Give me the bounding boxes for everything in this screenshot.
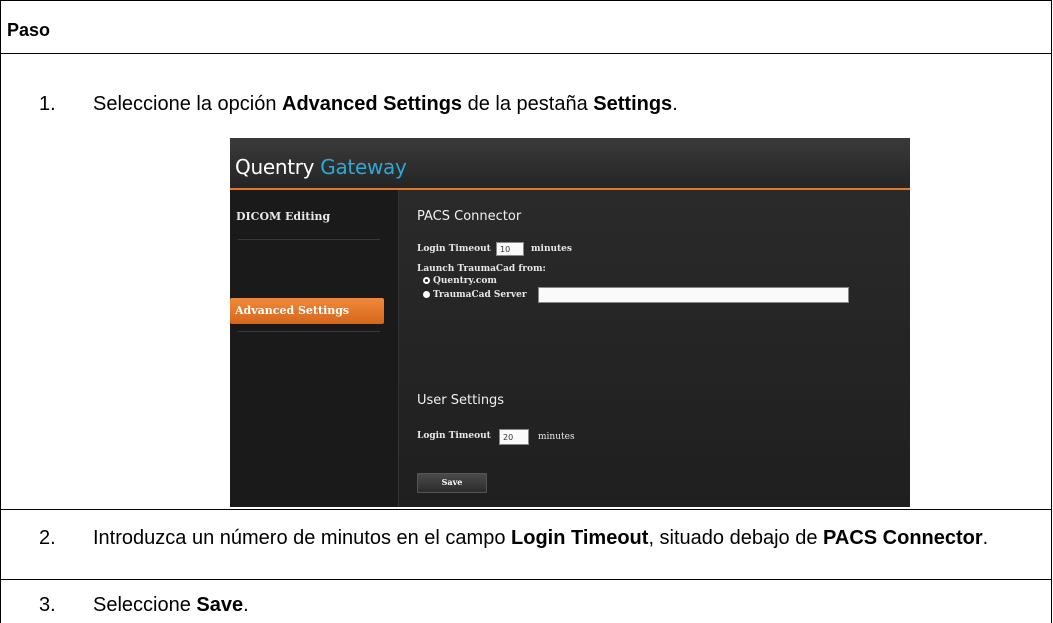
user-minutes-label: minutes — [538, 432, 575, 442]
app-title: Quentry Gateway — [235, 155, 407, 179]
step-text-bold: Advanced Settings — [282, 93, 463, 115]
step-text: Seleccione Save. — [93, 593, 1037, 617]
step-row-3: 3. Seleccione Save. — [1, 580, 1051, 623]
section-title-pacs-connector: PACS Connector — [417, 209, 522, 224]
sidebar-item-dicom-editing[interactable]: DICOM Editing — [236, 210, 396, 223]
sidebar-divider — [238, 239, 380, 240]
radio-traumacad-server[interactable] — [423, 291, 430, 298]
radio-quentry-selected[interactable] — [423, 277, 430, 284]
launch-traumacad-label: Launch TraumaCad from: — [417, 264, 546, 274]
login-timeout-label: Login Timeout — [417, 244, 491, 254]
app-title-main: Quentry — [235, 155, 321, 179]
step-number: 1. — [39, 93, 56, 115]
step-text-part: . — [982, 527, 989, 549]
step-text: Introduzca un número de minutos en el ca… — [93, 524, 1037, 553]
step-row-2: 2. Introduzca un número de minutos en el… — [1, 510, 1051, 580]
step-text-bold: Save — [196, 594, 244, 616]
sidebar-item-advanced-settings[interactable]: Advanced Settings — [230, 298, 384, 324]
step-text-part: Seleccione la opción — [93, 93, 283, 115]
section-title-user-settings: User Settings — [417, 393, 505, 408]
app-header: Quentry Gateway — [230, 138, 910, 190]
sidebar: DICOM Editing Advanced Settings — [230, 190, 399, 507]
step-number: 2. — [39, 527, 56, 549]
step-text-bold: PACS Connector — [823, 527, 983, 549]
settings-panel: PACS Connector Login Timeout 10 minutes … — [399, 190, 910, 507]
step-text-part: , situado debajo de — [648, 527, 824, 549]
pacs-login-timeout-input[interactable]: 10 — [496, 242, 524, 256]
table-header-label: Paso — [7, 20, 51, 40]
step-text-bold: Login Timeout — [511, 527, 649, 549]
step-text-part: Introduzca un número de minutos en el ca… — [93, 527, 512, 549]
step-text-bold: Settings — [593, 93, 673, 115]
traumacad-server-input[interactable] — [538, 287, 849, 303]
sidebar-divider — [238, 331, 380, 332]
step-text-part: de la pestaña — [462, 93, 594, 115]
save-button[interactable]: Save — [417, 473, 487, 493]
quentry-gateway-screenshot: Quentry Gateway DICOM Editing Advanced S… — [230, 138, 910, 507]
option-server-label: TraumaCad Server — [433, 290, 527, 300]
step-text-part: . — [243, 594, 249, 616]
step-text-part: . — [672, 93, 678, 115]
step-number: 3. — [39, 594, 56, 616]
option-quentry-label: Quentry.com — [433, 276, 497, 286]
step-text: Seleccione la opción Advanced Settings d… — [93, 92, 1037, 116]
user-login-timeout-label: Login Timeout — [417, 431, 491, 441]
step-text-part: Seleccione — [93, 594, 197, 616]
procedure-table: Paso 1. Seleccione la opción Advanced Se… — [0, 0, 1052, 623]
app-title-accent: Gateway — [320, 155, 407, 179]
step-row-1: 1. Seleccione la opción Advanced Setting… — [1, 54, 1051, 510]
table-header-row: Paso — [1, 0, 1051, 54]
user-login-timeout-input[interactable]: 20 — [499, 429, 529, 445]
minutes-label: minutes — [531, 244, 572, 254]
